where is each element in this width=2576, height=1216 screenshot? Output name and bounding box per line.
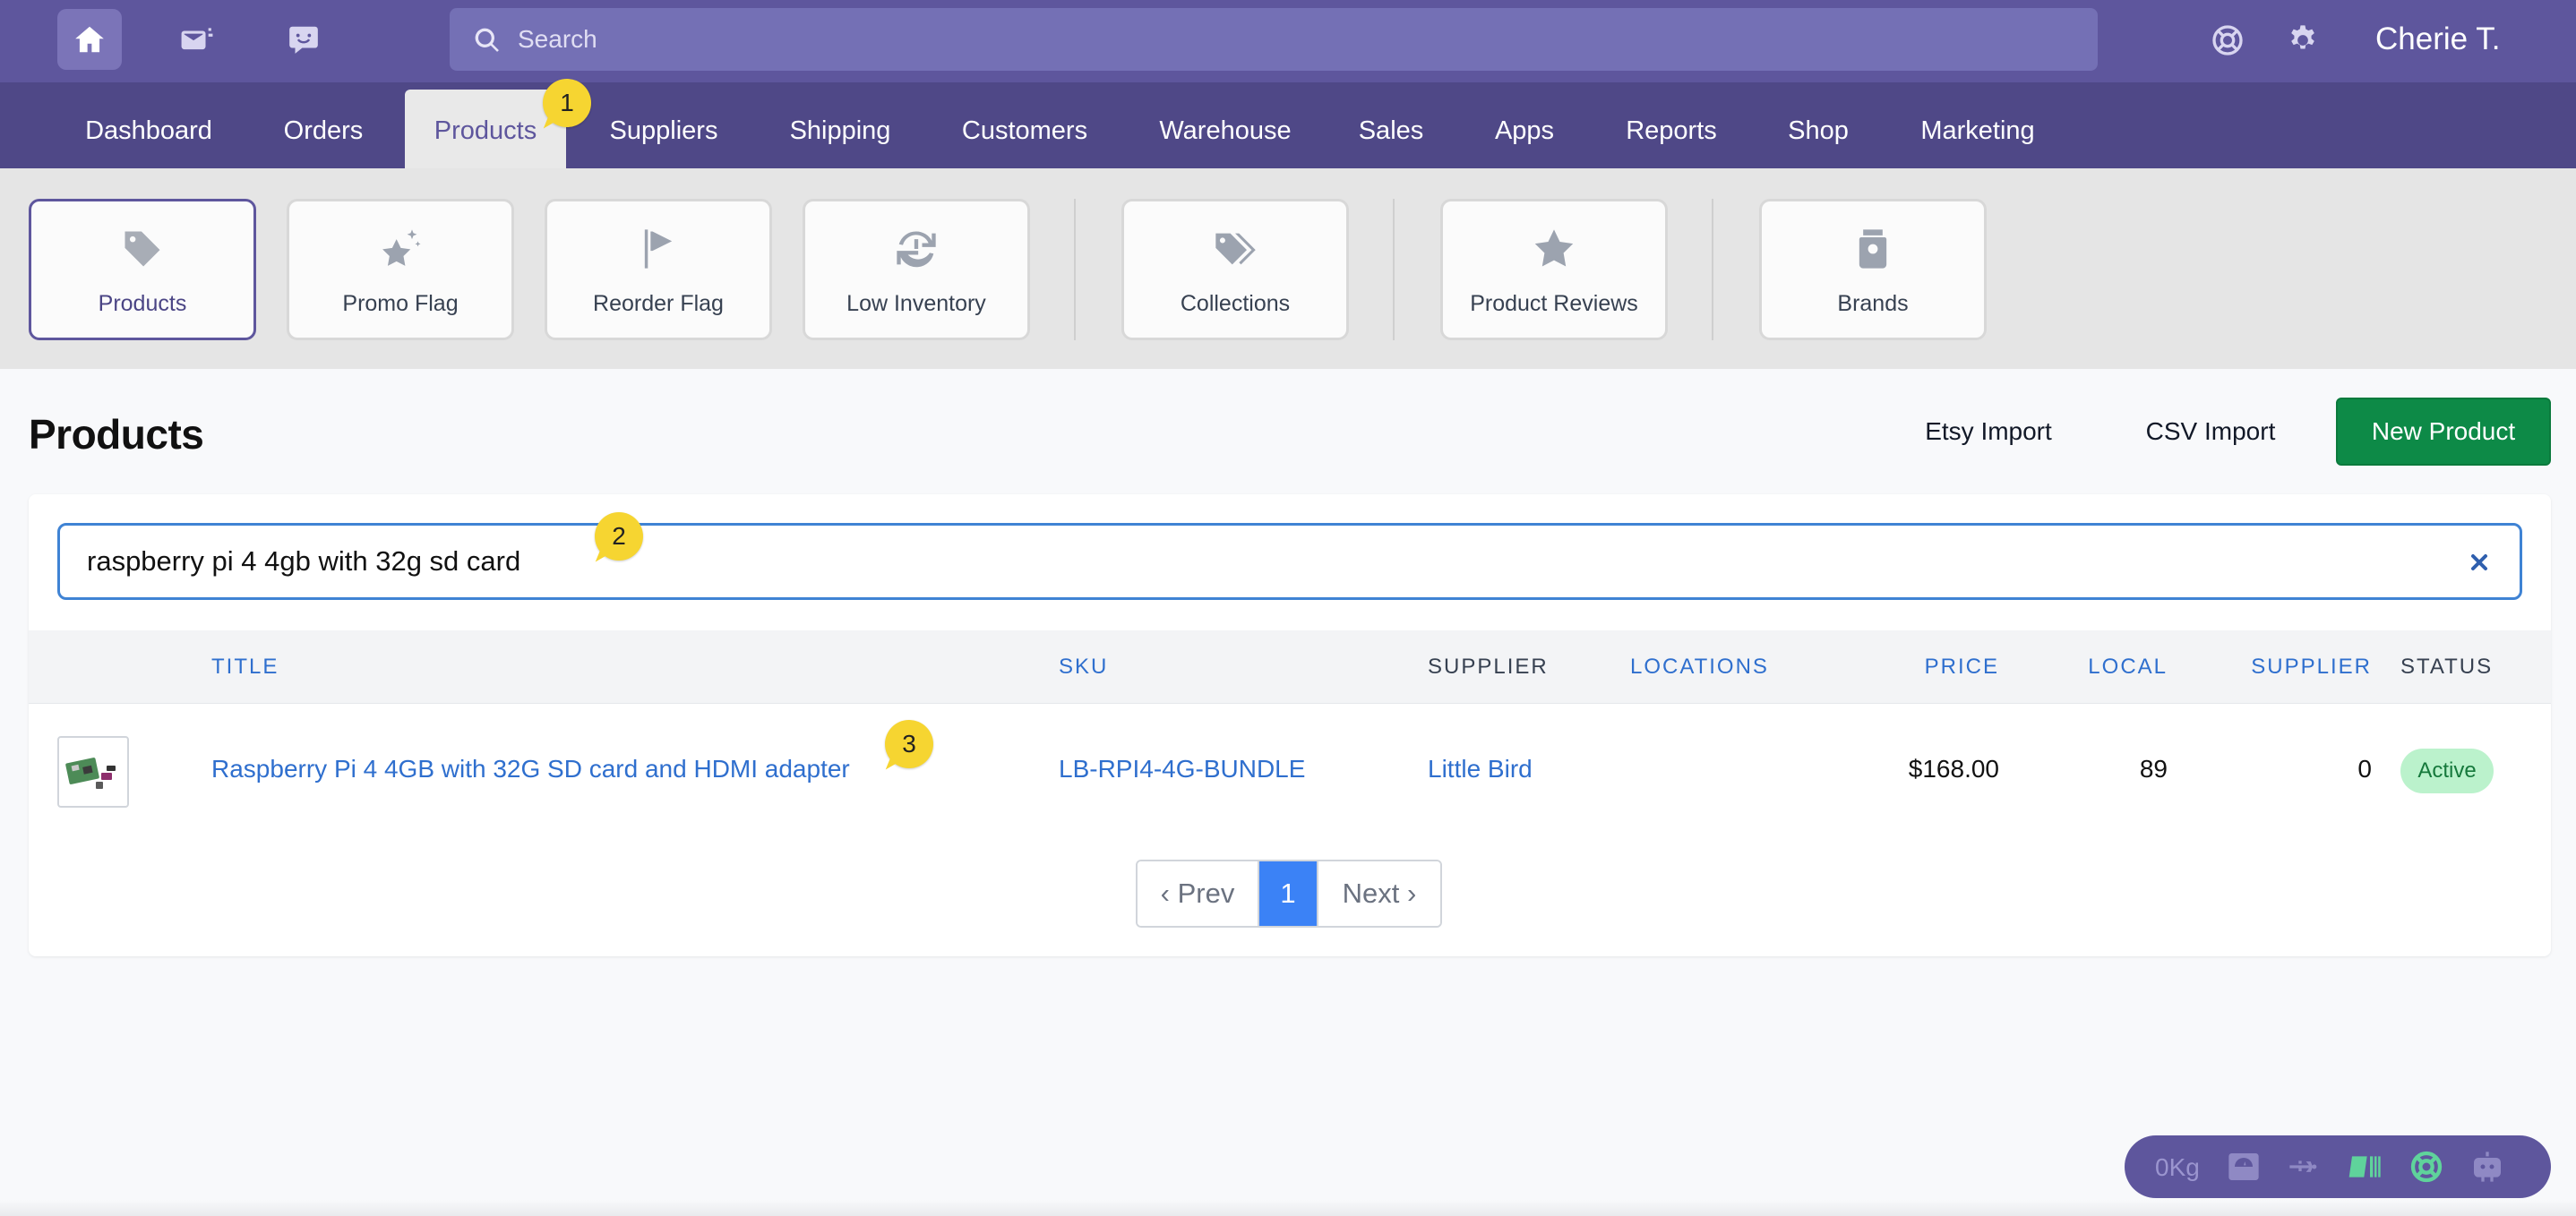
tile-brands[interactable]: Brands — [1759, 199, 1987, 340]
page-title: Products — [29, 411, 204, 458]
product-filter[interactable] — [57, 523, 2522, 600]
usb-button[interactable] — [2286, 1149, 2323, 1185]
product-price: $168.00 — [1908, 755, 1999, 783]
column-supplier-stock[interactable]: SUPPLIER — [2196, 630, 2372, 704]
tab-products[interactable]: Products — [405, 90, 566, 168]
main-nav: Dashboard Orders Products Suppliers Ship… — [0, 82, 2576, 168]
product-title-link[interactable]: Raspberry Pi 4 4GB with 32G SD card and … — [211, 704, 850, 835]
scale-weight: 0Kg — [2155, 1153, 2200, 1181]
tile-divider — [1074, 199, 1076, 340]
tile-low-inventory[interactable]: Low Inventory — [803, 199, 1030, 340]
tile-reorder-flag[interactable]: Reorder Flag — [545, 199, 772, 340]
label-printer-icon — [2348, 1156, 2381, 1177]
star-icon — [1530, 225, 1578, 273]
raspberry-pi-image — [65, 758, 116, 789]
product-thumbnail[interactable] — [57, 736, 129, 808]
column-price[interactable]: PRICE — [1838, 630, 1999, 704]
tile-divider — [1393, 199, 1395, 340]
tab-sales[interactable]: Sales — [1351, 90, 1431, 168]
annotation-marker: 2 — [595, 512, 643, 561]
tab-suppliers[interactable]: Suppliers — [595, 90, 733, 168]
home-icon — [75, 26, 104, 53]
tab-shipping[interactable]: Shipping — [776, 90, 905, 168]
global-search[interactable] — [450, 8, 2098, 71]
scale-button[interactable] — [2225, 1149, 2263, 1185]
column-local[interactable]: LOCAL — [2035, 630, 2168, 704]
products-card: TITLE SKU SUPPLIER LOCATIONS PRICE LOCAL… — [29, 494, 2551, 956]
tab-shop[interactable]: Shop — [1779, 90, 1858, 168]
column-status: STATUS — [2400, 655, 2494, 679]
tile-divider — [1712, 199, 1713, 340]
jar-icon — [1849, 225, 1897, 273]
column-locations[interactable]: LOCATIONS — [1630, 630, 1769, 704]
messages-button[interactable] — [165, 9, 229, 70]
clear-filter-button[interactable] — [2466, 549, 2493, 576]
annotation-marker: 3 — [885, 720, 933, 768]
current-page-button[interactable]: 1 — [1259, 861, 1317, 926]
chat-smile-icon — [289, 26, 318, 54]
close-icon — [2471, 554, 2487, 570]
column-title[interactable]: TITLE — [211, 630, 279, 704]
top-bar: Cherie T. — [0, 0, 2576, 82]
tags-icon — [1211, 225, 1259, 273]
product-tools-bar: Products Promo Flag Reorder Flag Low Inv… — [0, 168, 2576, 369]
support-button[interactable] — [2408, 1149, 2445, 1185]
usb-icon — [2289, 1160, 2317, 1172]
printer-button[interactable] — [2347, 1149, 2384, 1185]
next-page-button[interactable]: Next › — [1317, 861, 1440, 926]
scale-icon — [2228, 1153, 2259, 1180]
tile-product-reviews[interactable]: Product Reviews — [1440, 199, 1668, 340]
column-sku[interactable]: SKU — [1059, 630, 1108, 704]
prev-page-button[interactable]: ‹ Prev — [1138, 861, 1259, 926]
tile-products[interactable]: Products — [29, 199, 256, 340]
settings-button[interactable] — [2280, 18, 2325, 63]
csv-import-button[interactable]: CSV Import — [2134, 398, 2288, 466]
product-local-stock: 89 — [2139, 755, 2168, 783]
tab-warehouse[interactable]: Warehouse — [1146, 90, 1304, 168]
gear-icon — [2291, 25, 2314, 49]
tag-icon — [118, 225, 167, 273]
tile-promo-flag[interactable]: Promo Flag — [287, 199, 514, 340]
mail-icon — [181, 28, 213, 50]
tab-dashboard[interactable]: Dashboard — [68, 90, 229, 168]
tab-apps[interactable]: Apps — [1485, 90, 1564, 168]
user-menu[interactable]: Cherie T. — [2375, 21, 2500, 57]
lifebuoy-icon — [2212, 25, 2243, 56]
assistant-button[interactable] — [2469, 1149, 2506, 1185]
product-sku-link[interactable]: LB-RPI4-4G-BUNDLE — [1059, 704, 1305, 835]
product-supplier-link[interactable]: Little Bird — [1428, 704, 1533, 835]
robot-icon — [2474, 1152, 2501, 1182]
help-button[interactable] — [2205, 18, 2250, 63]
device-status-bar: 0Kg — [2125, 1135, 2551, 1198]
tab-orders[interactable]: Orders — [269, 90, 378, 168]
flag-icon — [634, 225, 683, 273]
star-sparkle-icon — [376, 225, 425, 273]
new-product-button[interactable]: New Product — [2336, 398, 2551, 466]
column-supplier: SUPPLIER — [1428, 655, 1549, 679]
table-header: TITLE SKU SUPPLIER LOCATIONS PRICE LOCAL… — [29, 630, 2551, 704]
tab-marketing[interactable]: Marketing — [1908, 90, 2048, 168]
status-badge: Active — [2400, 749, 2494, 793]
chat-button[interactable] — [271, 9, 336, 70]
etsy-import-button[interactable]: Etsy Import — [1902, 398, 2074, 466]
refresh-alert-icon — [892, 225, 940, 273]
bottom-edge — [0, 1200, 2576, 1216]
global-search-input[interactable] — [518, 8, 2076, 71]
tab-customers[interactable]: Customers — [949, 90, 1100, 168]
annotation-marker: 1 — [543, 79, 591, 127]
search-icon — [475, 28, 499, 52]
tile-collections[interactable]: Collections — [1121, 199, 1349, 340]
lifebuoy-icon — [2410, 1151, 2443, 1183]
tab-reports[interactable]: Reports — [1618, 90, 1725, 168]
pagination: ‹ Prev 1 Next › — [1136, 860, 1442, 928]
home-button[interactable] — [57, 9, 122, 70]
product-supplier-stock: 0 — [2357, 755, 2372, 783]
table-row[interactable]: Raspberry Pi 4 4GB with 32G SD card and … — [29, 704, 2551, 835]
product-filter-input[interactable] — [87, 526, 2451, 597]
